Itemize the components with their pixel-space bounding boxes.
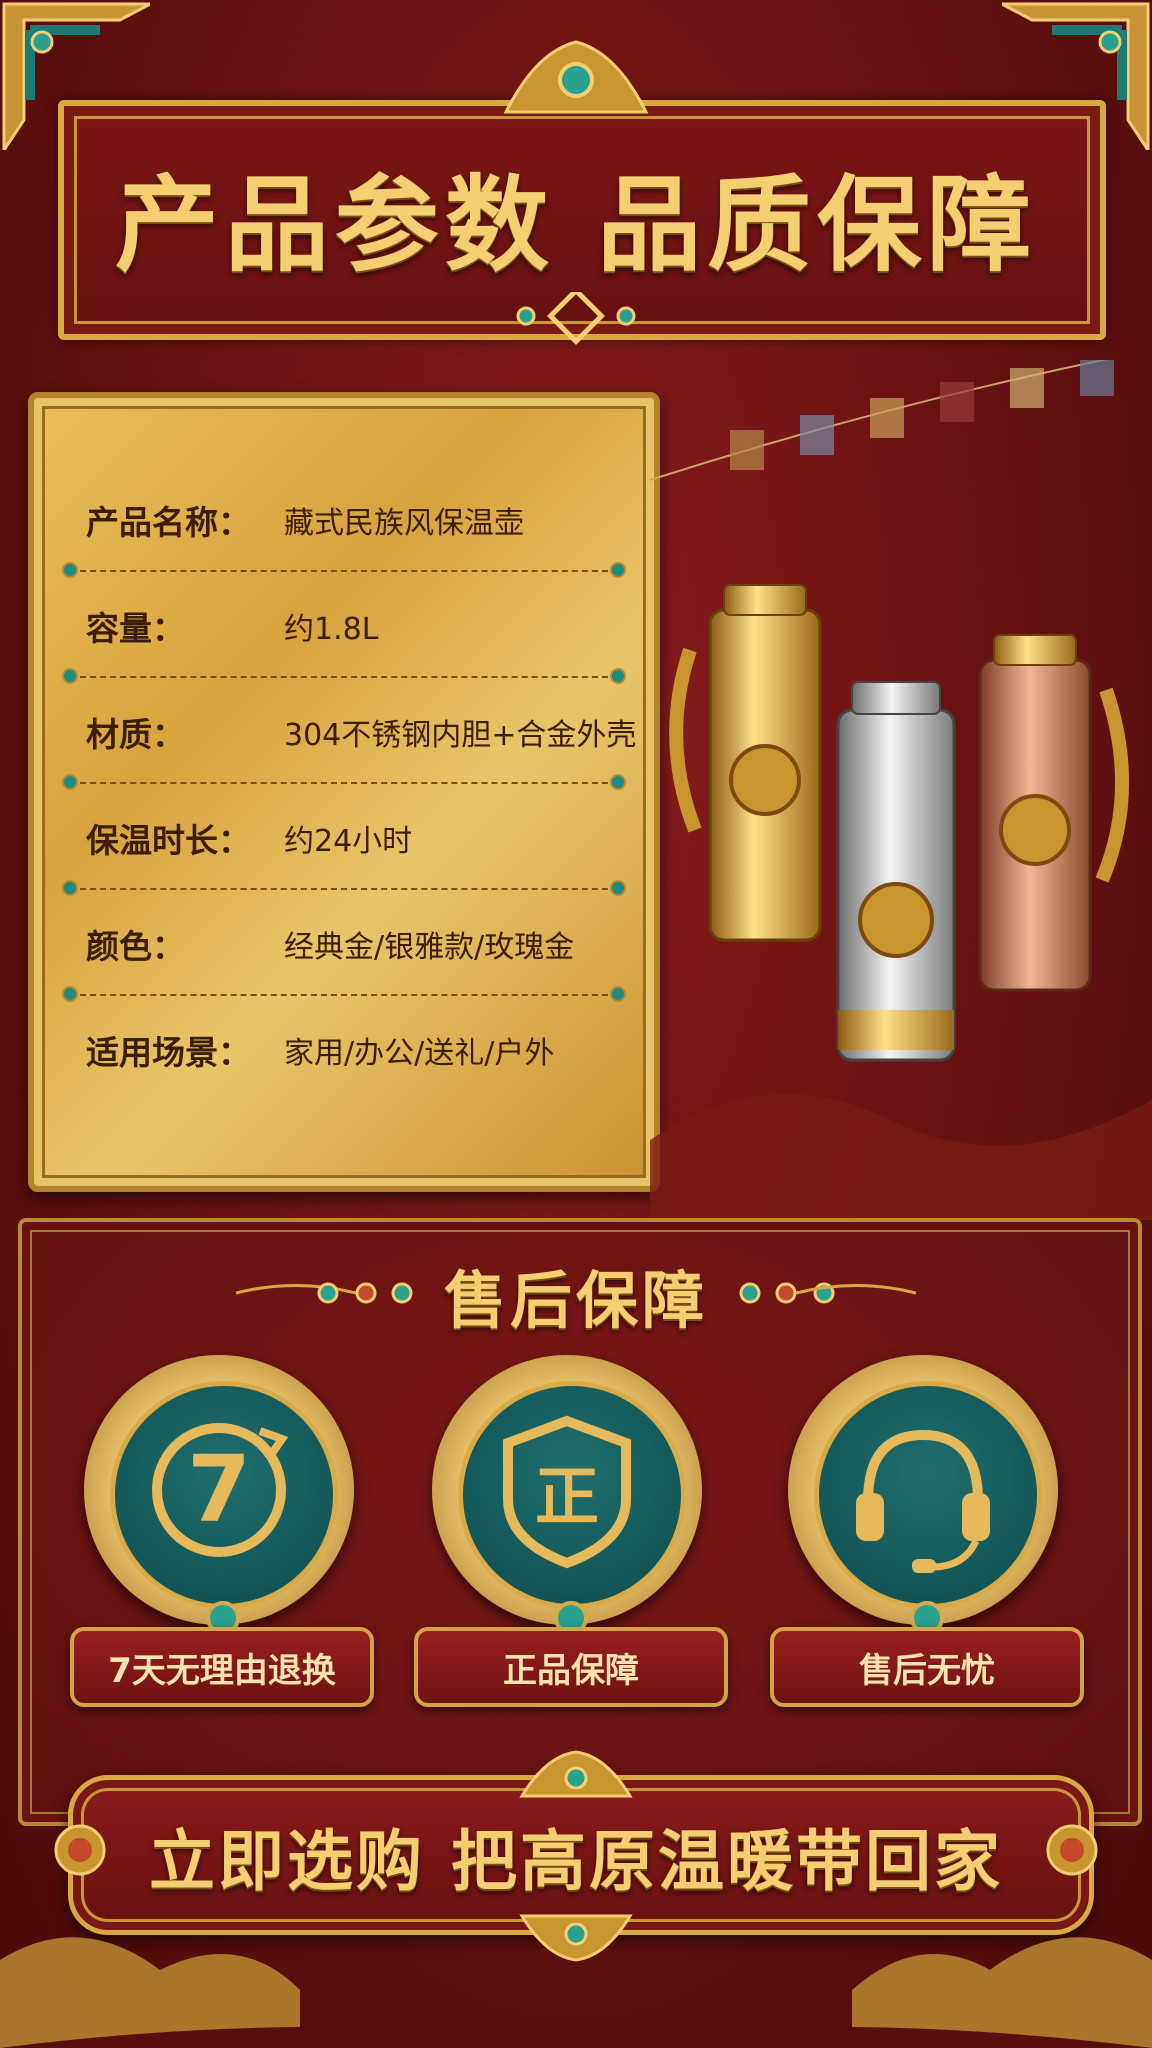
shield-icon: 正: [503, 1415, 631, 1569]
product-thermos-illustration: [650, 360, 1152, 1220]
spec-card: 产品名称： 藏式民族风保温壶 容量： 约1.8L 材质： 304不锈钢内胆+合金…: [28, 392, 660, 1192]
spec-value: 经典金/银雅款/玫瑰金: [284, 930, 575, 965]
spec-label: 颜色：: [86, 927, 185, 966]
spec-label: 容量：: [86, 609, 185, 648]
badge-label: 7天无理由退换: [70, 1627, 374, 1707]
spec-value: 约24小时: [284, 824, 413, 859]
spec-value: 约1.8L: [284, 612, 379, 647]
badge-label: 正品保障: [414, 1627, 728, 1707]
spec-divider: [70, 676, 618, 678]
bottom-mountain-decoration: [0, 1937, 1152, 2048]
spec-value: 家用/办公/送礼/户外: [284, 1036, 555, 1071]
badge-glyph: 7: [187, 1436, 251, 1543]
page-title: 产品参数 品质保障: [114, 163, 1038, 286]
cta-top-ornament: [519, 1750, 633, 1798]
badge-7-day-return: 7: [84, 1355, 354, 1635]
spec-label: 保温时长：: [86, 821, 251, 860]
spec-label: 适用场景：: [86, 1033, 251, 1072]
header-top-ornament: [503, 40, 649, 114]
spec-divider: [70, 994, 618, 996]
spec-value: 304不锈钢内胆+合金外壳: [284, 718, 637, 753]
spec-divider: [70, 570, 618, 572]
title-right-ornament: [739, 1282, 916, 1304]
return-7-days-icon: 7: [152, 1423, 289, 1557]
badge-genuine: 正: [432, 1355, 702, 1635]
spec-row-material: 材质： 304不锈钢内胆+合金外壳: [34, 680, 654, 788]
header-bottom-knot-ornament: [516, 292, 636, 345]
after-sales-title: 售后保障: [443, 1264, 708, 1337]
spec-row-scenario: 适用场景： 家用/办公/送礼/户外: [34, 998, 654, 1104]
title-left-ornament: [236, 1282, 413, 1304]
spec-row-color: 颜色： 经典金/银雅款/玫瑰金: [34, 892, 654, 1000]
spec-divider: [70, 782, 618, 784]
spec-row-name: 产品名称： 藏式民族风保温壶: [34, 468, 654, 576]
badge-label: 售后无忧: [770, 1627, 1084, 1707]
badge-service: [788, 1355, 1058, 1635]
spec-divider: [70, 888, 618, 890]
spec-value: 藏式民族风保温壶: [284, 506, 524, 541]
spec-label: 材质：: [86, 715, 185, 754]
headset-icon: [856, 1429, 990, 1573]
badge-glyph: 正: [535, 1461, 599, 1535]
spec-row-insulation: 保温时长： 约24小时: [34, 786, 654, 894]
spec-row-capacity: 容量： 约1.8L: [34, 574, 654, 682]
spec-label: 产品名称：: [86, 503, 251, 542]
